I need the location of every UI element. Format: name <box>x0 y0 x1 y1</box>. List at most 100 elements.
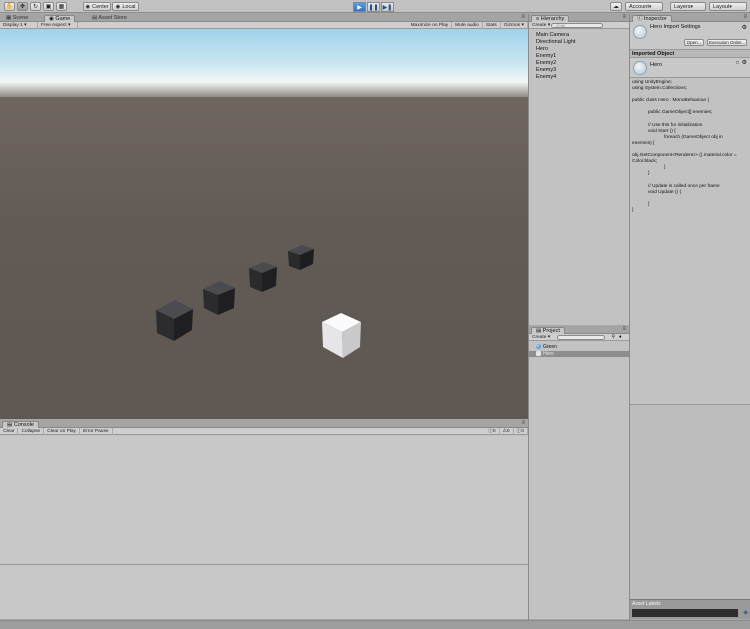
hierarchy-toolbar: Create Q*All <box>529 22 629 29</box>
account-label: Account <box>629 3 649 10</box>
list-item[interactable]: Enemy2 <box>536 60 556 66</box>
game-viewport[interactable] <box>0 29 528 419</box>
search-by-label-icon[interactable]: ♦ <box>619 334 622 340</box>
script-file-icon <box>633 25 647 39</box>
error-count: 0 <box>521 428 524 434</box>
scene-objects <box>156 245 361 358</box>
material-icon <box>536 344 541 349</box>
error-filter-toggle[interactable]: ⓘ0 <box>514 427 528 435</box>
cloud-button[interactable]: ☁ <box>610 2 622 11</box>
mute-audio-toggle[interactable]: Mute audio <box>452 21 483 29</box>
execution-order-button[interactable]: Execution Order... <box>707 39 747 46</box>
hierarchy-panel: ≡ Hierarchy ≡ Create Q*All Main Camera D… <box>529 14 629 325</box>
enemy-cube-2[interactable] <box>203 281 235 315</box>
hierarchy-create-button[interactable]: Create <box>529 22 553 29</box>
play-icon: ▶ <box>357 4 362 11</box>
tag-icon[interactable]: ◈ <box>743 609 748 616</box>
display-dropdown[interactable]: Display 1 <box>0 21 38 29</box>
local-icon: ◉ <box>115 3 121 10</box>
gizmos-toggle[interactable]: Gizmos <box>501 21 528 29</box>
hero-cube[interactable] <box>322 313 361 358</box>
error-pause-toggle[interactable]: Error Pause <box>80 427 113 435</box>
list-item[interactable]: Enemy1 <box>536 53 556 59</box>
scene-icon: ▦ <box>6 15 13 21</box>
aspect-label: Free Aspect <box>41 22 67 28</box>
layers-dropdown[interactable]: Layers <box>670 2 706 11</box>
list-item[interactable]: Main Camera <box>536 32 569 38</box>
asset-bundle-field[interactable] <box>632 609 738 617</box>
step-button[interactable]: ▶❚ <box>381 2 394 12</box>
project-search-input[interactable] <box>557 334 606 340</box>
console-log-list[interactable] <box>0 436 528 619</box>
clear-on-play-toggle[interactable]: Clear on Play <box>44 427 80 435</box>
console-detail-splitter[interactable] <box>0 564 528 565</box>
collapse-toggle[interactable]: Collapse <box>18 427 45 435</box>
maximize-on-play-toggle[interactable]: Maximize on Play <box>408 21 453 29</box>
list-item[interactable]: Hero <box>529 351 629 357</box>
account-dropdown[interactable]: Account <box>625 2 663 11</box>
search-by-type-icon[interactable]: ⚲ <box>611 334 615 340</box>
project-item-label: Hero <box>543 351 554 357</box>
enemy-cube-1[interactable] <box>156 300 193 341</box>
list-item[interactable]: Green <box>529 344 629 350</box>
log-count: 0 <box>492 428 496 434</box>
console-toolbar: Clear Collapse Clear on Play Error Pause… <box>0 427 528 435</box>
clear-button[interactable]: Clear <box>0 427 19 435</box>
tab-asset-store[interactable]: ▤ Asset Store <box>88 15 131 22</box>
list-item[interactable]: Hero <box>536 46 548 52</box>
hierarchy-search-input[interactable]: Q*All <box>551 23 603 28</box>
warning-filter-toggle[interactable]: ⚠0 <box>500 427 514 435</box>
project-create-button[interactable]: Create <box>529 334 553 341</box>
inspector-title: Hero Import Settings <box>650 24 701 30</box>
status-bar <box>0 620 750 629</box>
pause-button[interactable]: ❚❚ <box>367 2 380 12</box>
settings-gear-icon[interactable]: ⚙ <box>742 59 747 66</box>
panel-menu-icon[interactable]: ≡ <box>622 326 626 332</box>
scale-tool-button[interactable]: ▣ <box>43 2 54 11</box>
aspect-dropdown[interactable]: Free Aspect <box>38 21 78 29</box>
move-tool-button[interactable]: ✥ <box>17 2 28 11</box>
cloud-icon: ☁ <box>613 3 619 10</box>
rect-tool-button[interactable]: ▦ <box>56 2 67 11</box>
game-panel: ▦ Scene ◉ Game ▤ Asset Store ≡ Display 1… <box>0 14 528 419</box>
warning-count: 0 <box>506 428 510 434</box>
inspector-panel: ⓘ Inspector ≡ Hero Import Settings Open.… <box>630 14 750 619</box>
panel-menu-icon[interactable]: ≡ <box>521 420 525 426</box>
hand-tool-button[interactable]: ✋ <box>4 2 15 11</box>
tab-inspector[interactable]: ⓘ Inspector <box>632 15 672 22</box>
open-button[interactable]: Open... <box>684 39 704 46</box>
list-item[interactable]: Enemy4 <box>536 74 556 80</box>
tab-asset-store-label: Asset Store <box>98 15 127 21</box>
enemy-cube-3[interactable] <box>249 262 277 292</box>
play-button[interactable]: ▶ <box>353 2 366 12</box>
imported-object-row: Hero □ ⚙ <box>630 58 750 78</box>
game-view-toolbar: Display 1 Free Aspect Maximize on Play M… <box>0 21 528 29</box>
enemy-cube-4[interactable] <box>288 245 314 270</box>
help-icon[interactable]: □ <box>736 60 739 66</box>
panel-menu-icon[interactable]: ≡ <box>743 14 747 20</box>
settings-gear-icon[interactable]: ⚙ <box>742 24 747 31</box>
layers-label: Layers <box>674 3 691 10</box>
panel-menu-icon[interactable]: ≡ <box>622 14 626 20</box>
pivot-local-button[interactable]: ◉ Local <box>112 2 139 11</box>
move-icon: ✥ <box>19 3 26 10</box>
inspector-empty-area <box>630 404 750 599</box>
rect-tool-icon: ▦ <box>58 3 65 10</box>
script-icon <box>536 351 541 356</box>
rotate-tool-button[interactable]: ↻ <box>30 2 41 11</box>
project-panel: ▤ Project ≡ Create ⚲ ♦ Green Hero <box>529 326 629 619</box>
display-label: Display 1 <box>3 22 23 28</box>
inspector-import-header: Hero Import Settings Open... Execution O… <box>630 22 750 50</box>
list-item[interactable]: Directional Light <box>536 39 575 45</box>
scale-icon: ▣ <box>45 3 52 10</box>
object-name: Hero <box>650 62 662 68</box>
gizmos-label: Gizmos <box>503 22 521 28</box>
console-panel: ▤ Console ≡ Clear Collapse Clear on Play… <box>0 420 528 619</box>
list-item[interactable]: Enemy3 <box>536 67 556 73</box>
pivot-center-button[interactable]: ◉ Center <box>83 2 111 11</box>
stats-toggle[interactable]: Stats <box>483 21 501 29</box>
log-filter-toggle[interactable]: ⓘ0 <box>485 427 500 435</box>
layout-dropdown[interactable]: Layout <box>709 2 747 11</box>
panel-menu-icon[interactable]: ≡ <box>521 14 525 20</box>
asset-labels-label: Asset Labels <box>632 601 661 607</box>
